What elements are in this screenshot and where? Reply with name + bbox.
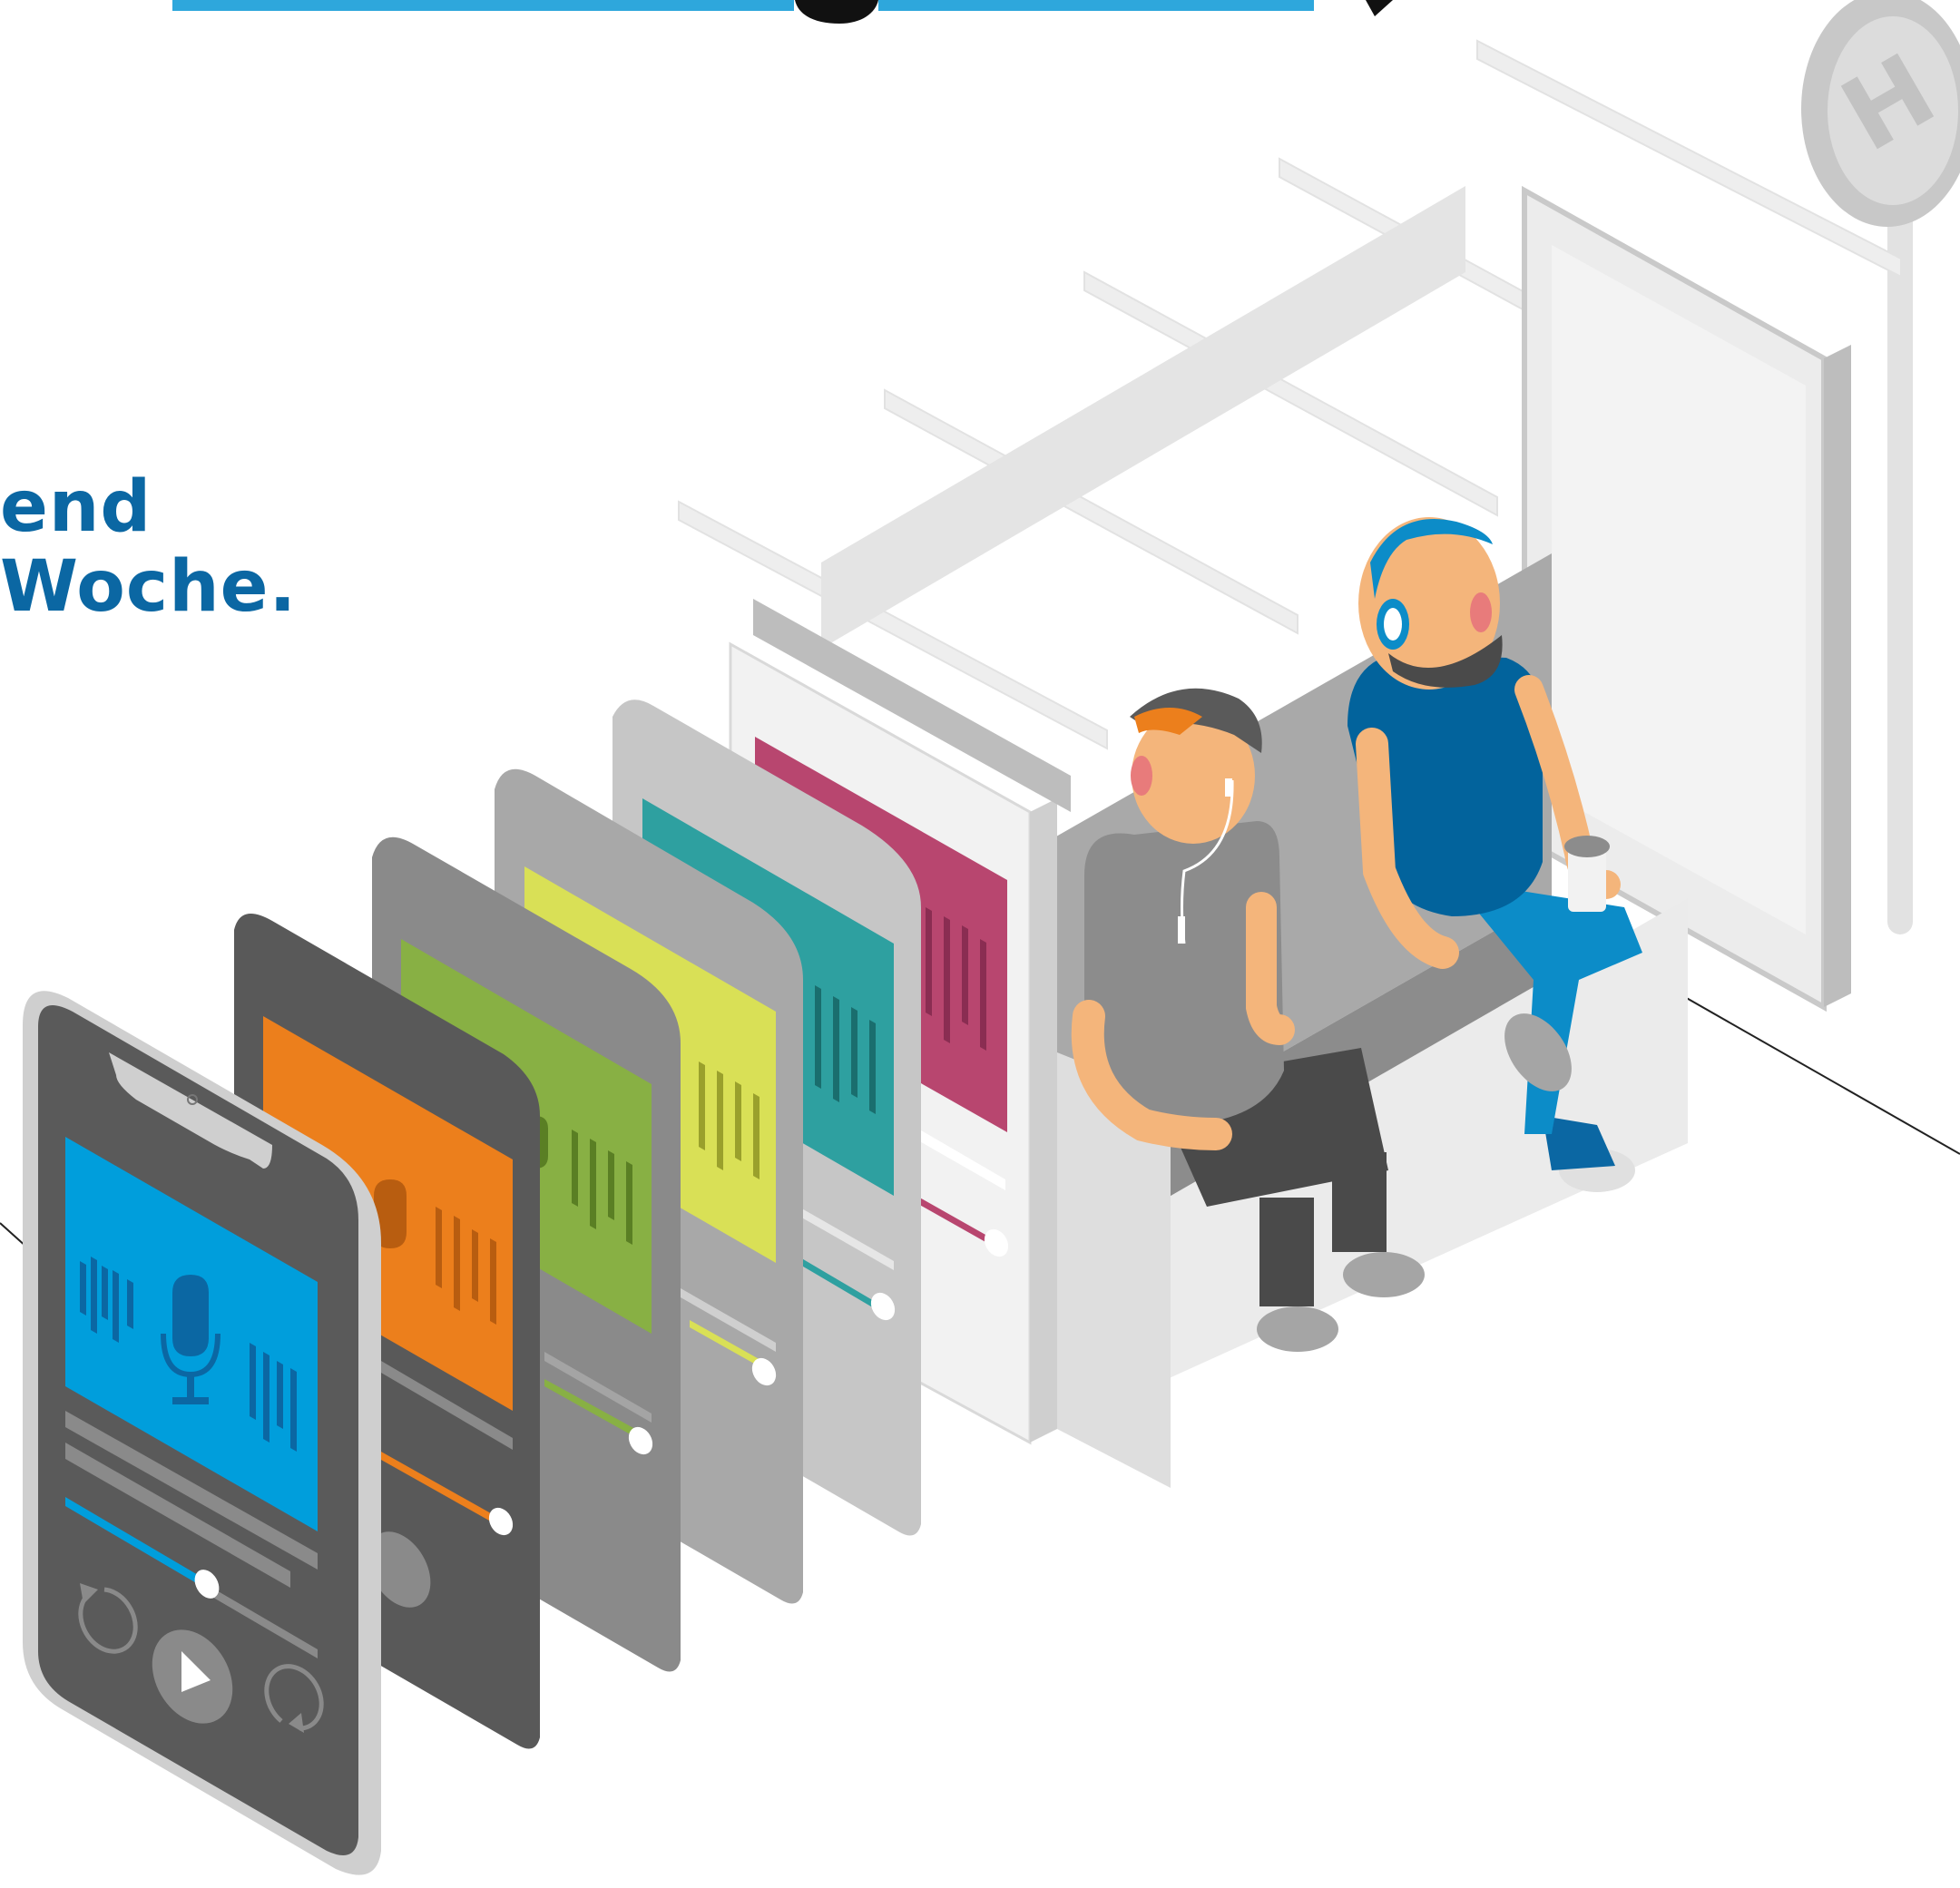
podcast-illustration: H: [0, 0, 1960, 1875]
headline-letter-g-descender: [795, 0, 878, 24]
headline-underline-left: [172, 0, 794, 11]
headline-remnant: [172, 0, 1393, 24]
waveform-icon: [80, 1261, 86, 1316]
headline-comma: [1366, 0, 1393, 16]
headline-underline-right: [878, 0, 1314, 11]
